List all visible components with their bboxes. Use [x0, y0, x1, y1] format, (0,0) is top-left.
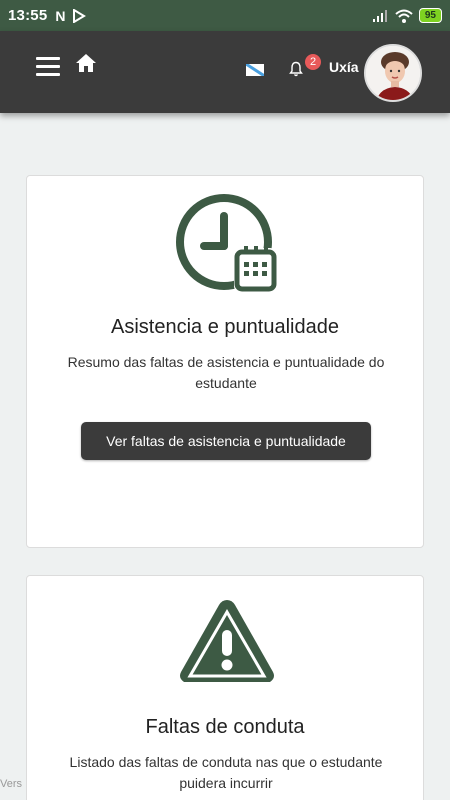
card-title: Asistencia e puntualidade [111, 316, 339, 338]
warning-icon [180, 600, 274, 682]
home-icon[interactable] [74, 51, 98, 75]
card-title: Faltas de conduta [145, 716, 305, 738]
signal-icon [372, 9, 387, 22]
avatar[interactable] [364, 44, 422, 102]
menu-icon[interactable] [36, 57, 60, 77]
card-description: Listado das faltas de conduta nas que o … [69, 754, 383, 791]
status-right: 95 [372, 8, 442, 23]
flag-icon[interactable] [246, 64, 264, 76]
status-time: 13:55 [8, 7, 48, 24]
avatar-image [366, 46, 420, 100]
wifi-icon [395, 9, 413, 23]
status-bar: 13:55 N 95 [0, 0, 450, 31]
card-description: Resumo das faltas de asistencia e puntua… [67, 354, 385, 391]
clock-calendar-icon [176, 194, 277, 292]
battery-indicator: 95 [418, 8, 442, 23]
bell-icon[interactable] [288, 61, 304, 77]
conduct-card: Faltas de conduta Listado das faltas de … [26, 575, 424, 800]
notification-app-icon: N [55, 7, 66, 24]
attendance-card: Asistencia e puntualidade Resumo das fal… [26, 175, 424, 548]
play-store-icon [72, 8, 86, 23]
username[interactable]: Uxía [329, 59, 359, 75]
app-bar: 2 Uxía [0, 31, 450, 113]
notification-badge: 2 [305, 54, 321, 70]
version-label: Vers [0, 778, 23, 790]
view-attendance-button[interactable]: Ver faltas de asistencia e puntualidade [81, 422, 371, 460]
